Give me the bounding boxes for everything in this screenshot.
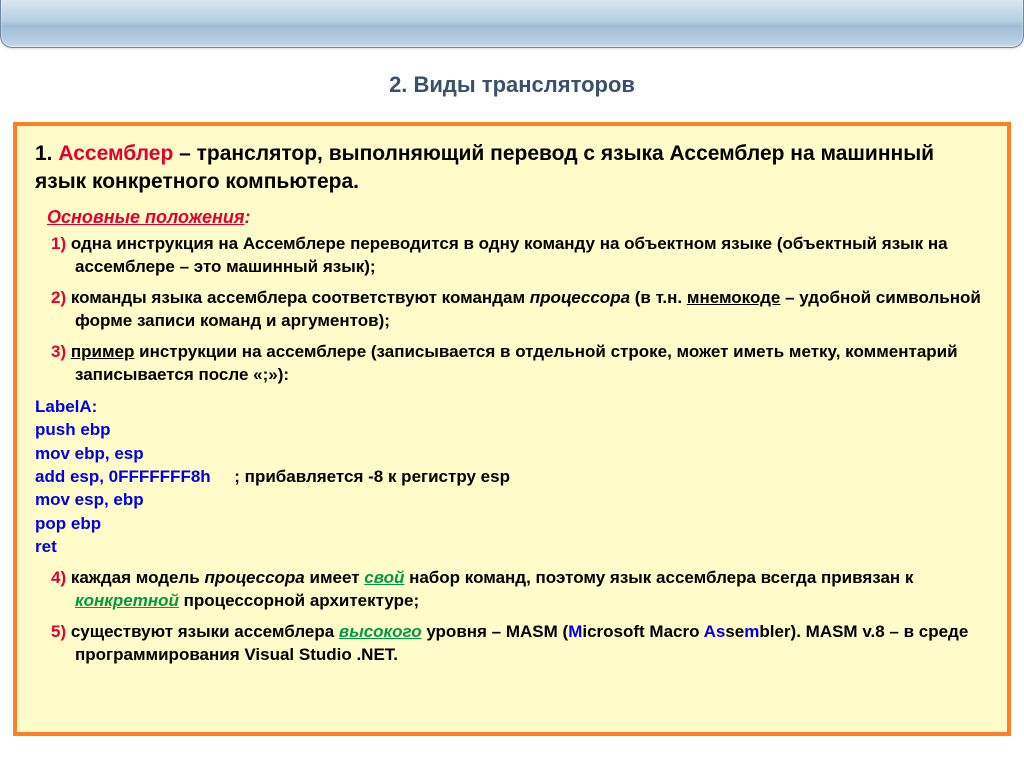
point-2-em: процессора: [530, 288, 630, 307]
point-3-ul: пример: [71, 342, 135, 361]
point-4-mid2: набор команд, поэтому язык ассемблера вс…: [404, 568, 913, 587]
definition-number: 1.: [35, 142, 53, 165]
point-3: 3) пример инструкции на ассемблере (запи…: [35, 341, 987, 387]
code-l7: ret: [35, 537, 57, 556]
point-4-rest: процессорной архитектуре;: [179, 591, 419, 610]
point-4-mid1: имеет: [305, 568, 364, 587]
point-4: 4) каждая модель процессора имеет свой н…: [35, 567, 987, 613]
section-title: 2. Виды трансляторов: [0, 72, 1024, 98]
point-4-em: процессора: [204, 568, 304, 587]
point-2-ul: мнемокоде: [687, 288, 781, 307]
point-4-g2: конкретной: [75, 591, 179, 610]
window-frame-top: [0, 0, 1024, 48]
code-l4a: add esp, 0FFFFFFF8h: [35, 467, 234, 486]
point-4-num: 4): [51, 568, 66, 587]
point-5: 5) существуют языки ассемблера высокого …: [35, 621, 987, 667]
code-l6: pop ebp: [35, 514, 101, 533]
point-5-b2: As: [704, 622, 726, 641]
point-2-mid: (в т.н.: [630, 288, 687, 307]
point-2-num: 2): [51, 288, 66, 307]
point-1-num: 1): [51, 234, 66, 253]
point-5-num: 5): [51, 622, 66, 641]
point-5-mid3: se: [725, 622, 744, 641]
point-3-rest: инструкции на ассемблере (записывается в…: [75, 342, 958, 384]
point-5-pre: существуют языки ассемблера: [66, 622, 339, 641]
point-5-g1: высокого: [339, 622, 422, 641]
point-3-num: 3): [51, 342, 66, 361]
code-l2: push ebp: [35, 420, 111, 439]
point-4-g1: свой: [364, 568, 404, 587]
point-2: 2) команды языка ассемблера соответствую…: [35, 287, 987, 333]
definition-line: 1. Ассемблер – транслятор, выполняющий п…: [35, 140, 987, 197]
code-l3: mov ebp, esp: [35, 444, 144, 463]
subtitle: Основные положения: [47, 205, 244, 229]
point-5-b1: M: [568, 622, 582, 641]
point-4-pre: каждая модель: [66, 568, 204, 587]
point-5-b3: m: [744, 622, 759, 641]
point-1-text: одна инструкция на Ассемблере переводитс…: [66, 234, 948, 276]
point-5-mid2: icrosoft Macro: [582, 622, 703, 641]
point-2-pre: команды языка ассемблера соответствуют к…: [66, 288, 530, 307]
code-l5: mov esp, ebp: [35, 490, 144, 509]
subtitle-row: Основные положения:: [35, 205, 987, 233]
point-1: 1) одна инструкция на Ассемблере перевод…: [35, 233, 987, 279]
code-l1: LabelA:: [35, 397, 97, 416]
subtitle-colon: :: [244, 207, 250, 227]
code-block: LabelA: push ebp mov ebp, esp add esp, 0…: [35, 395, 987, 559]
definition-term: Ассемблер: [58, 142, 173, 165]
code-l4-comment: ; прибавляется -8 к регистру esp: [234, 467, 510, 486]
content-panel: 1. Ассемблер – транслятор, выполняющий п…: [13, 122, 1011, 736]
point-5-mid1: уровня – MASM (: [422, 622, 569, 641]
